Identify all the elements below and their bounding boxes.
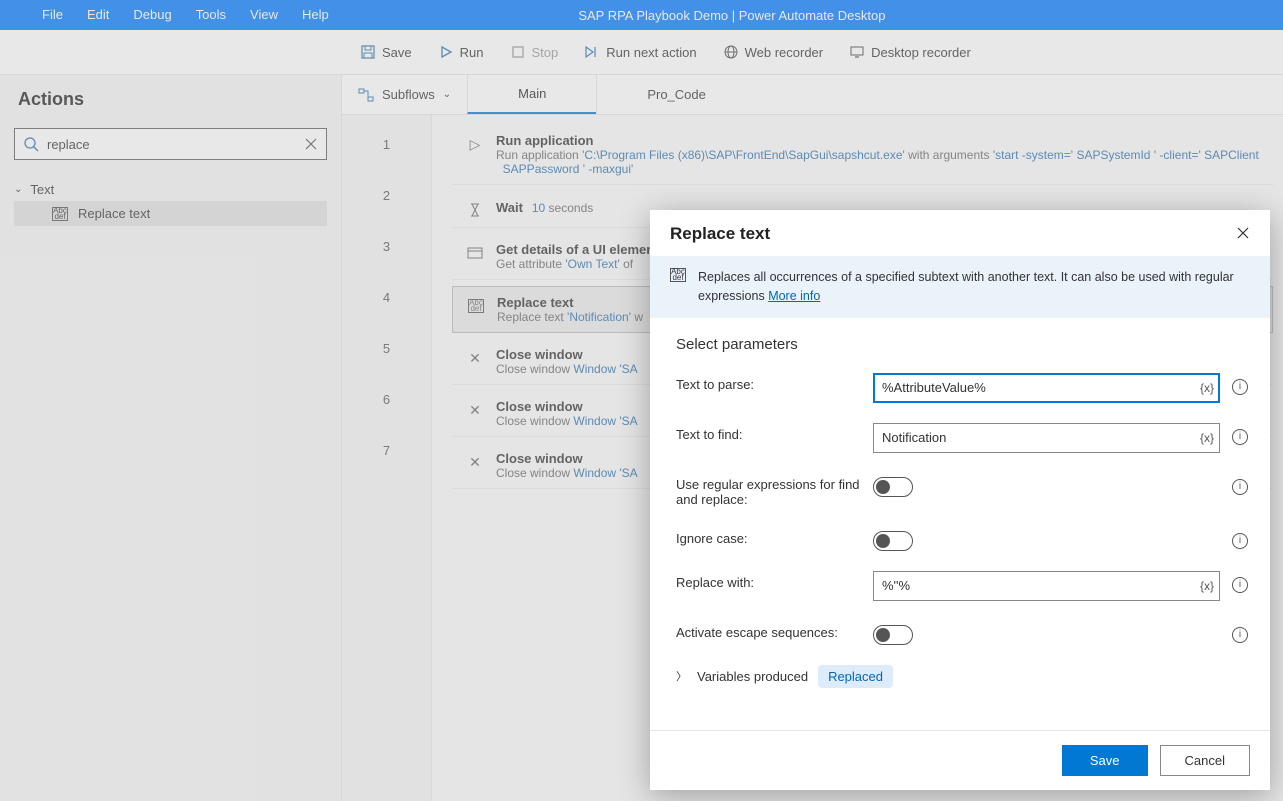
variable-picker-icon[interactable]: {x} — [1200, 579, 1214, 593]
label-escape-sequences: Activate escape sequences: — [676, 621, 861, 640]
input-text-to-find[interactable] — [873, 423, 1220, 453]
replace-text-dialog: Replace text Abcdef Replaces all occurre… — [650, 210, 1270, 790]
replace-text-icon: Abcdef — [670, 268, 686, 282]
dialog-title: Replace text — [670, 224, 770, 244]
select-parameters-heading: Select parameters — [676, 336, 1248, 353]
label-use-regex: Use regular expressions for find and rep… — [676, 473, 861, 507]
chevron-right-icon: 〉 — [676, 668, 687, 684]
input-replace-with[interactable] — [873, 571, 1220, 601]
variable-pill-replaced[interactable]: Replaced — [818, 665, 893, 688]
variable-picker-icon[interactable]: {x} — [1200, 381, 1214, 395]
info-icon[interactable]: i — [1232, 379, 1248, 395]
input-text-to-parse[interactable] — [873, 373, 1220, 403]
variable-picker-icon[interactable]: {x} — [1200, 431, 1214, 445]
dialog-info-banner: Abcdef Replaces all occurrences of a spe… — [650, 256, 1270, 318]
toggle-use-regex[interactable] — [873, 477, 913, 497]
info-icon[interactable]: i — [1232, 533, 1248, 549]
close-dialog-icon[interactable] — [1236, 226, 1252, 242]
label-replace-with: Replace with: — [676, 571, 861, 590]
label-text-to-find: Text to find: — [676, 423, 861, 442]
label-ignore-case: Ignore case: — [676, 527, 861, 546]
save-button[interactable]: Save — [1062, 745, 1148, 776]
variables-produced-row[interactable]: 〉 Variables produced Replaced — [676, 665, 1248, 688]
info-icon[interactable]: i — [1232, 577, 1248, 593]
variables-produced-label: Variables produced — [697, 669, 808, 684]
info-icon[interactable]: i — [1232, 479, 1248, 495]
info-icon[interactable]: i — [1232, 627, 1248, 643]
info-icon[interactable]: i — [1232, 429, 1248, 445]
toggle-ignore-case[interactable] — [873, 531, 913, 551]
more-info-link[interactable]: More info — [768, 289, 820, 303]
label-text-to-parse: Text to parse: — [676, 373, 861, 392]
cancel-button[interactable]: Cancel — [1160, 745, 1250, 776]
toggle-escape[interactable] — [873, 625, 913, 645]
